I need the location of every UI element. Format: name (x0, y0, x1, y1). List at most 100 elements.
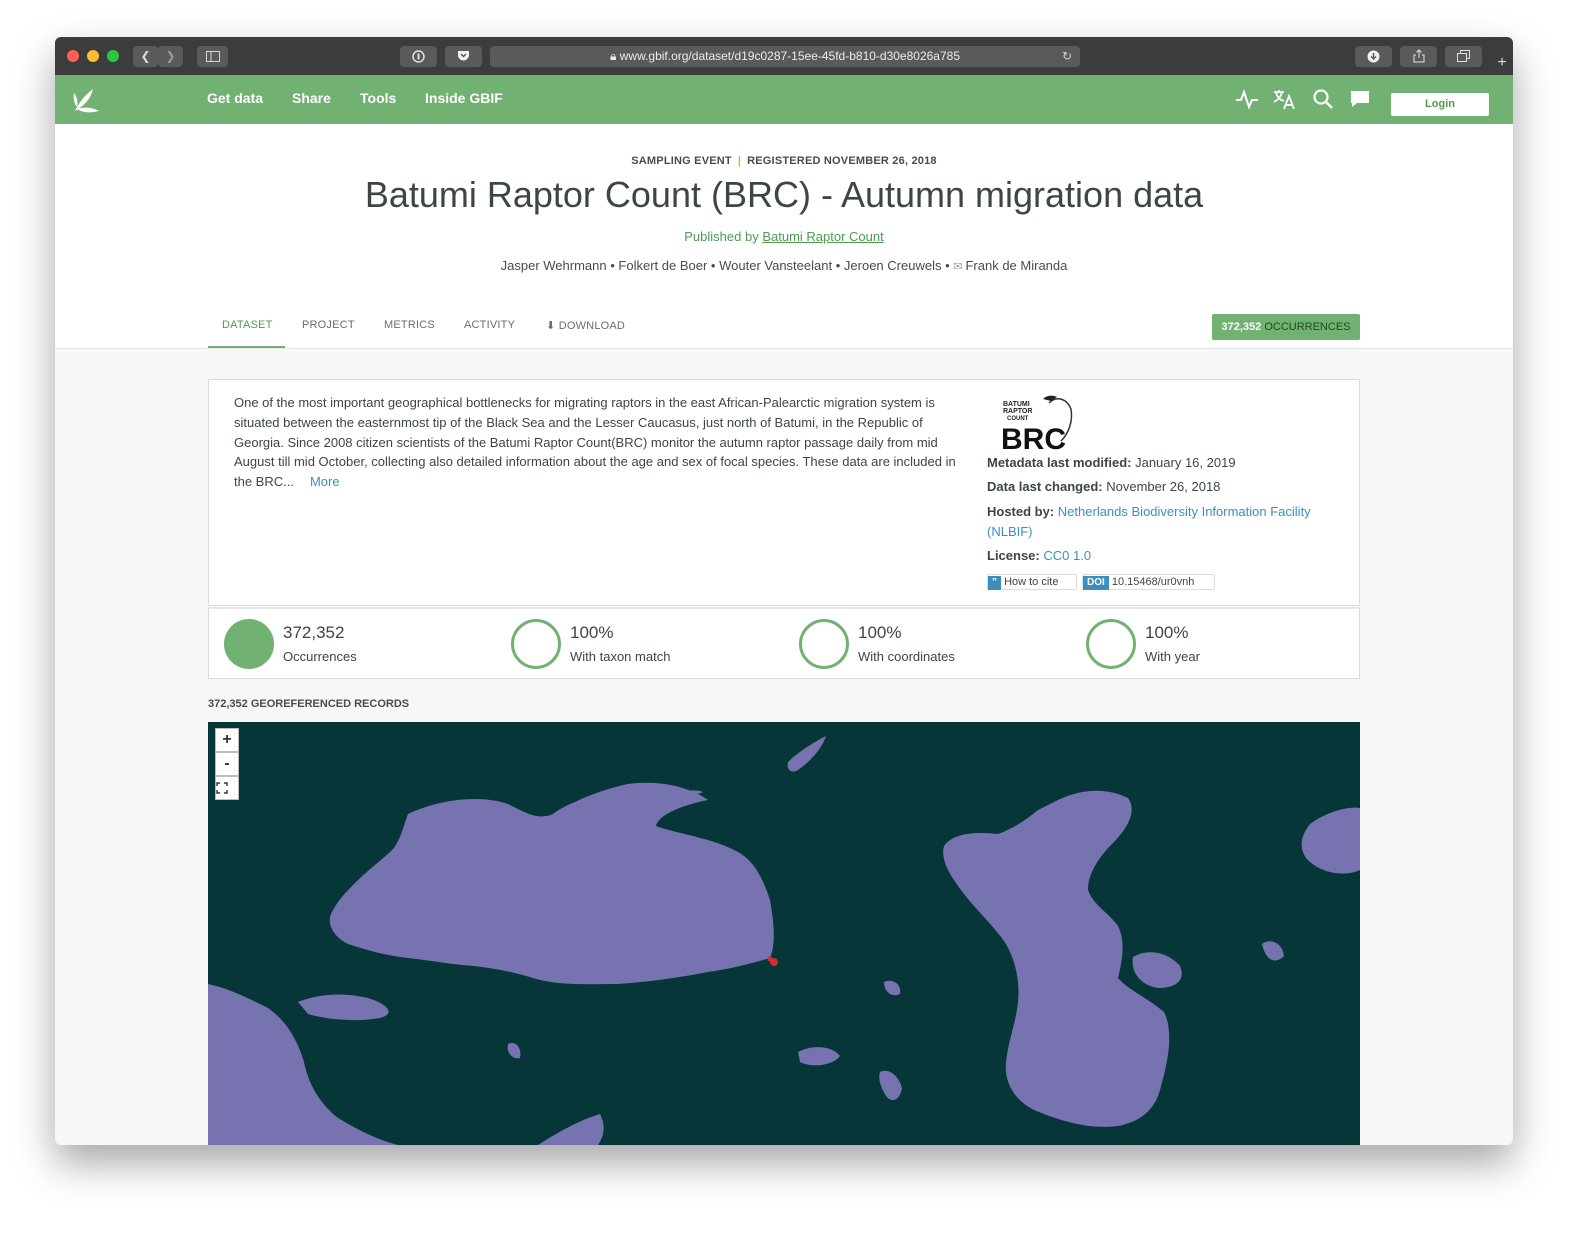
metadata-modified: Metadata last modified: January 16, 2019 (987, 453, 1236, 473)
progress-ring (511, 619, 561, 669)
logo-line-2: RAPTOR (1003, 408, 1032, 415)
published-by-label: Published by (684, 229, 759, 244)
share-button[interactable] (1400, 46, 1437, 67)
stat-label: With taxon match (570, 649, 671, 664)
dataset-type: SAMPLING EVENT (631, 155, 732, 167)
kicker-divider: | (737, 155, 742, 167)
author-name[interactable]: Frank de Miranda (965, 258, 1067, 273)
download-icon: ⬇︎ (546, 320, 556, 332)
address-bar[interactable]: 🔒︎ www.gbif.org/dataset/d19c0287-15ee-45… (490, 46, 1080, 67)
fullscreen-button[interactable] (215, 776, 239, 800)
pocket-icon (458, 51, 469, 61)
georeferenced-heading: 372,352 GEOREFERENCED RECORDS (208, 698, 410, 710)
license-label: License: (987, 548, 1040, 563)
active-tab-indicator (208, 346, 285, 348)
nav-get-data[interactable]: Get data (207, 90, 263, 106)
translate-icon[interactable] (1272, 87, 1296, 111)
fullscreen-icon (216, 782, 228, 794)
license-link[interactable]: CC0 1.0 (1043, 548, 1091, 563)
dataset-description: One of the most important geographical b… (234, 393, 964, 492)
more-link[interactable]: More (310, 474, 340, 489)
stat-label: With year (1145, 649, 1200, 664)
lake-aral-edge (1301, 807, 1360, 874)
doi-link[interactable]: DOI 10.15468/ur0vnh (1082, 574, 1215, 590)
password-manager-button[interactable] (400, 46, 437, 67)
tab-dataset[interactable]: DATASET (222, 319, 273, 331)
author-name[interactable]: Folkert de Boer (618, 258, 707, 273)
nav-inside-gbif[interactable]: Inside GBIF (425, 90, 503, 106)
lake-tuz (507, 1042, 521, 1059)
tab-project[interactable]: PROJECT (302, 319, 355, 331)
tab-download[interactable]: ⬇︎ DOWNLOAD (546, 319, 625, 332)
hosted-by-label: Hosted by: (987, 504, 1055, 519)
tabs-overview-button[interactable] (1445, 46, 1482, 67)
stat-label: Occurrences (283, 649, 357, 664)
download-icon (1367, 50, 1380, 63)
author-name[interactable]: Wouter Vansteelant (719, 258, 832, 273)
chat-icon[interactable] (1348, 87, 1372, 111)
occurrence-marker[interactable] (767, 956, 773, 962)
occurrences-button[interactable]: 372,352 OCCURRENCES (1212, 314, 1360, 340)
map-canvas (208, 736, 1360, 1145)
data-changed-value: November 26, 2018 (1106, 479, 1221, 494)
login-button[interactable]: Login (1391, 93, 1489, 116)
lake-east (1262, 941, 1284, 961)
stat-label: With coordinates (858, 649, 955, 664)
logo-line-4: BRC (1001, 423, 1066, 451)
activity-icon[interactable] (1235, 87, 1259, 111)
tabs-icon (1457, 50, 1470, 62)
nav-tools[interactable]: Tools (360, 90, 396, 106)
author-separator: • (710, 258, 716, 273)
new-tab-button[interactable]: + (1491, 52, 1513, 73)
pocket-button[interactable] (445, 46, 482, 67)
zoom-in-button[interactable]: + (215, 728, 239, 752)
back-button[interactable]: ❮ (133, 46, 158, 67)
author-list: Jasper Wehrmann • Folkert de Boer • Wout… (55, 258, 1513, 273)
reload-icon[interactable]: ↻ (1062, 46, 1072, 67)
author-name[interactable]: Jasper Wehrmann (501, 258, 607, 273)
doi-value: 10.15468/ur0vnh (1111, 576, 1195, 588)
progress-ring (224, 619, 274, 669)
stat-value: 100% (1145, 623, 1189, 642)
author-name[interactable]: Jeroen Creuwels (844, 258, 942, 273)
quote-icon: ” (988, 576, 1001, 590)
zoom-window-button[interactable] (107, 50, 119, 62)
logo-line-1: BATUMI (1003, 401, 1030, 408)
hosted-by: Hosted by: Netherlands Biodiversity Info… (987, 502, 1347, 542)
stat-value: 372,352 (283, 623, 345, 642)
dataset-kicker: SAMPLING EVENT | REGISTERED NOVEMBER 26, 2… (55, 155, 1513, 167)
plus-icon: + (1497, 54, 1507, 71)
chevron-right-icon: ❯ (165, 49, 176, 63)
lock-icon: 🔒︎ (610, 49, 617, 63)
tab-download-label: DOWNLOAD (558, 320, 626, 332)
downloads-button[interactable] (1355, 46, 1392, 67)
search-icon[interactable] (1311, 87, 1335, 111)
envelope-icon: ✉ (953, 261, 963, 273)
publisher-link[interactable]: Batumi Raptor Count (762, 229, 883, 244)
how-to-cite-button[interactable]: ” How to cite (987, 574, 1077, 590)
metadata-modified-label: Metadata last modified: (987, 455, 1132, 470)
stat-value: 100% (858, 623, 902, 642)
close-window-button[interactable] (67, 50, 79, 62)
lake-van (798, 1047, 840, 1066)
password-manager-icon (412, 50, 425, 63)
sidebar-toggle-button[interactable] (197, 46, 228, 67)
tab-metrics[interactable]: METRICS (384, 319, 435, 331)
forward-button[interactable]: ❯ (158, 46, 183, 67)
gbif-logo-icon[interactable] (69, 83, 103, 117)
tab-activity[interactable]: ACTIVITY (464, 319, 515, 331)
description-text: One of the most important geographical b… (234, 395, 956, 490)
brc-logo: BATUMI RAPTOR COUNT BRC (1001, 395, 1073, 451)
occurrence-map[interactable]: + - (208, 722, 1360, 1145)
logo-line-3: COUNT (1007, 416, 1029, 422)
data-changed-label: Data last changed: (987, 479, 1103, 494)
data-changed: Data last changed: November 26, 2018 (987, 477, 1220, 497)
minimize-window-button[interactable] (87, 50, 99, 62)
sidebar-icon (205, 51, 220, 62)
doi-tag: DOI (1083, 576, 1109, 590)
nav-share[interactable]: Share (292, 90, 331, 106)
occurrence-label: OCCURRENCES (1264, 321, 1351, 333)
progress-ring (799, 619, 849, 669)
url-text: www.gbif.org/dataset/d19c0287-15ee-45fd-… (619, 49, 960, 63)
zoom-out-button[interactable]: - (215, 752, 239, 776)
